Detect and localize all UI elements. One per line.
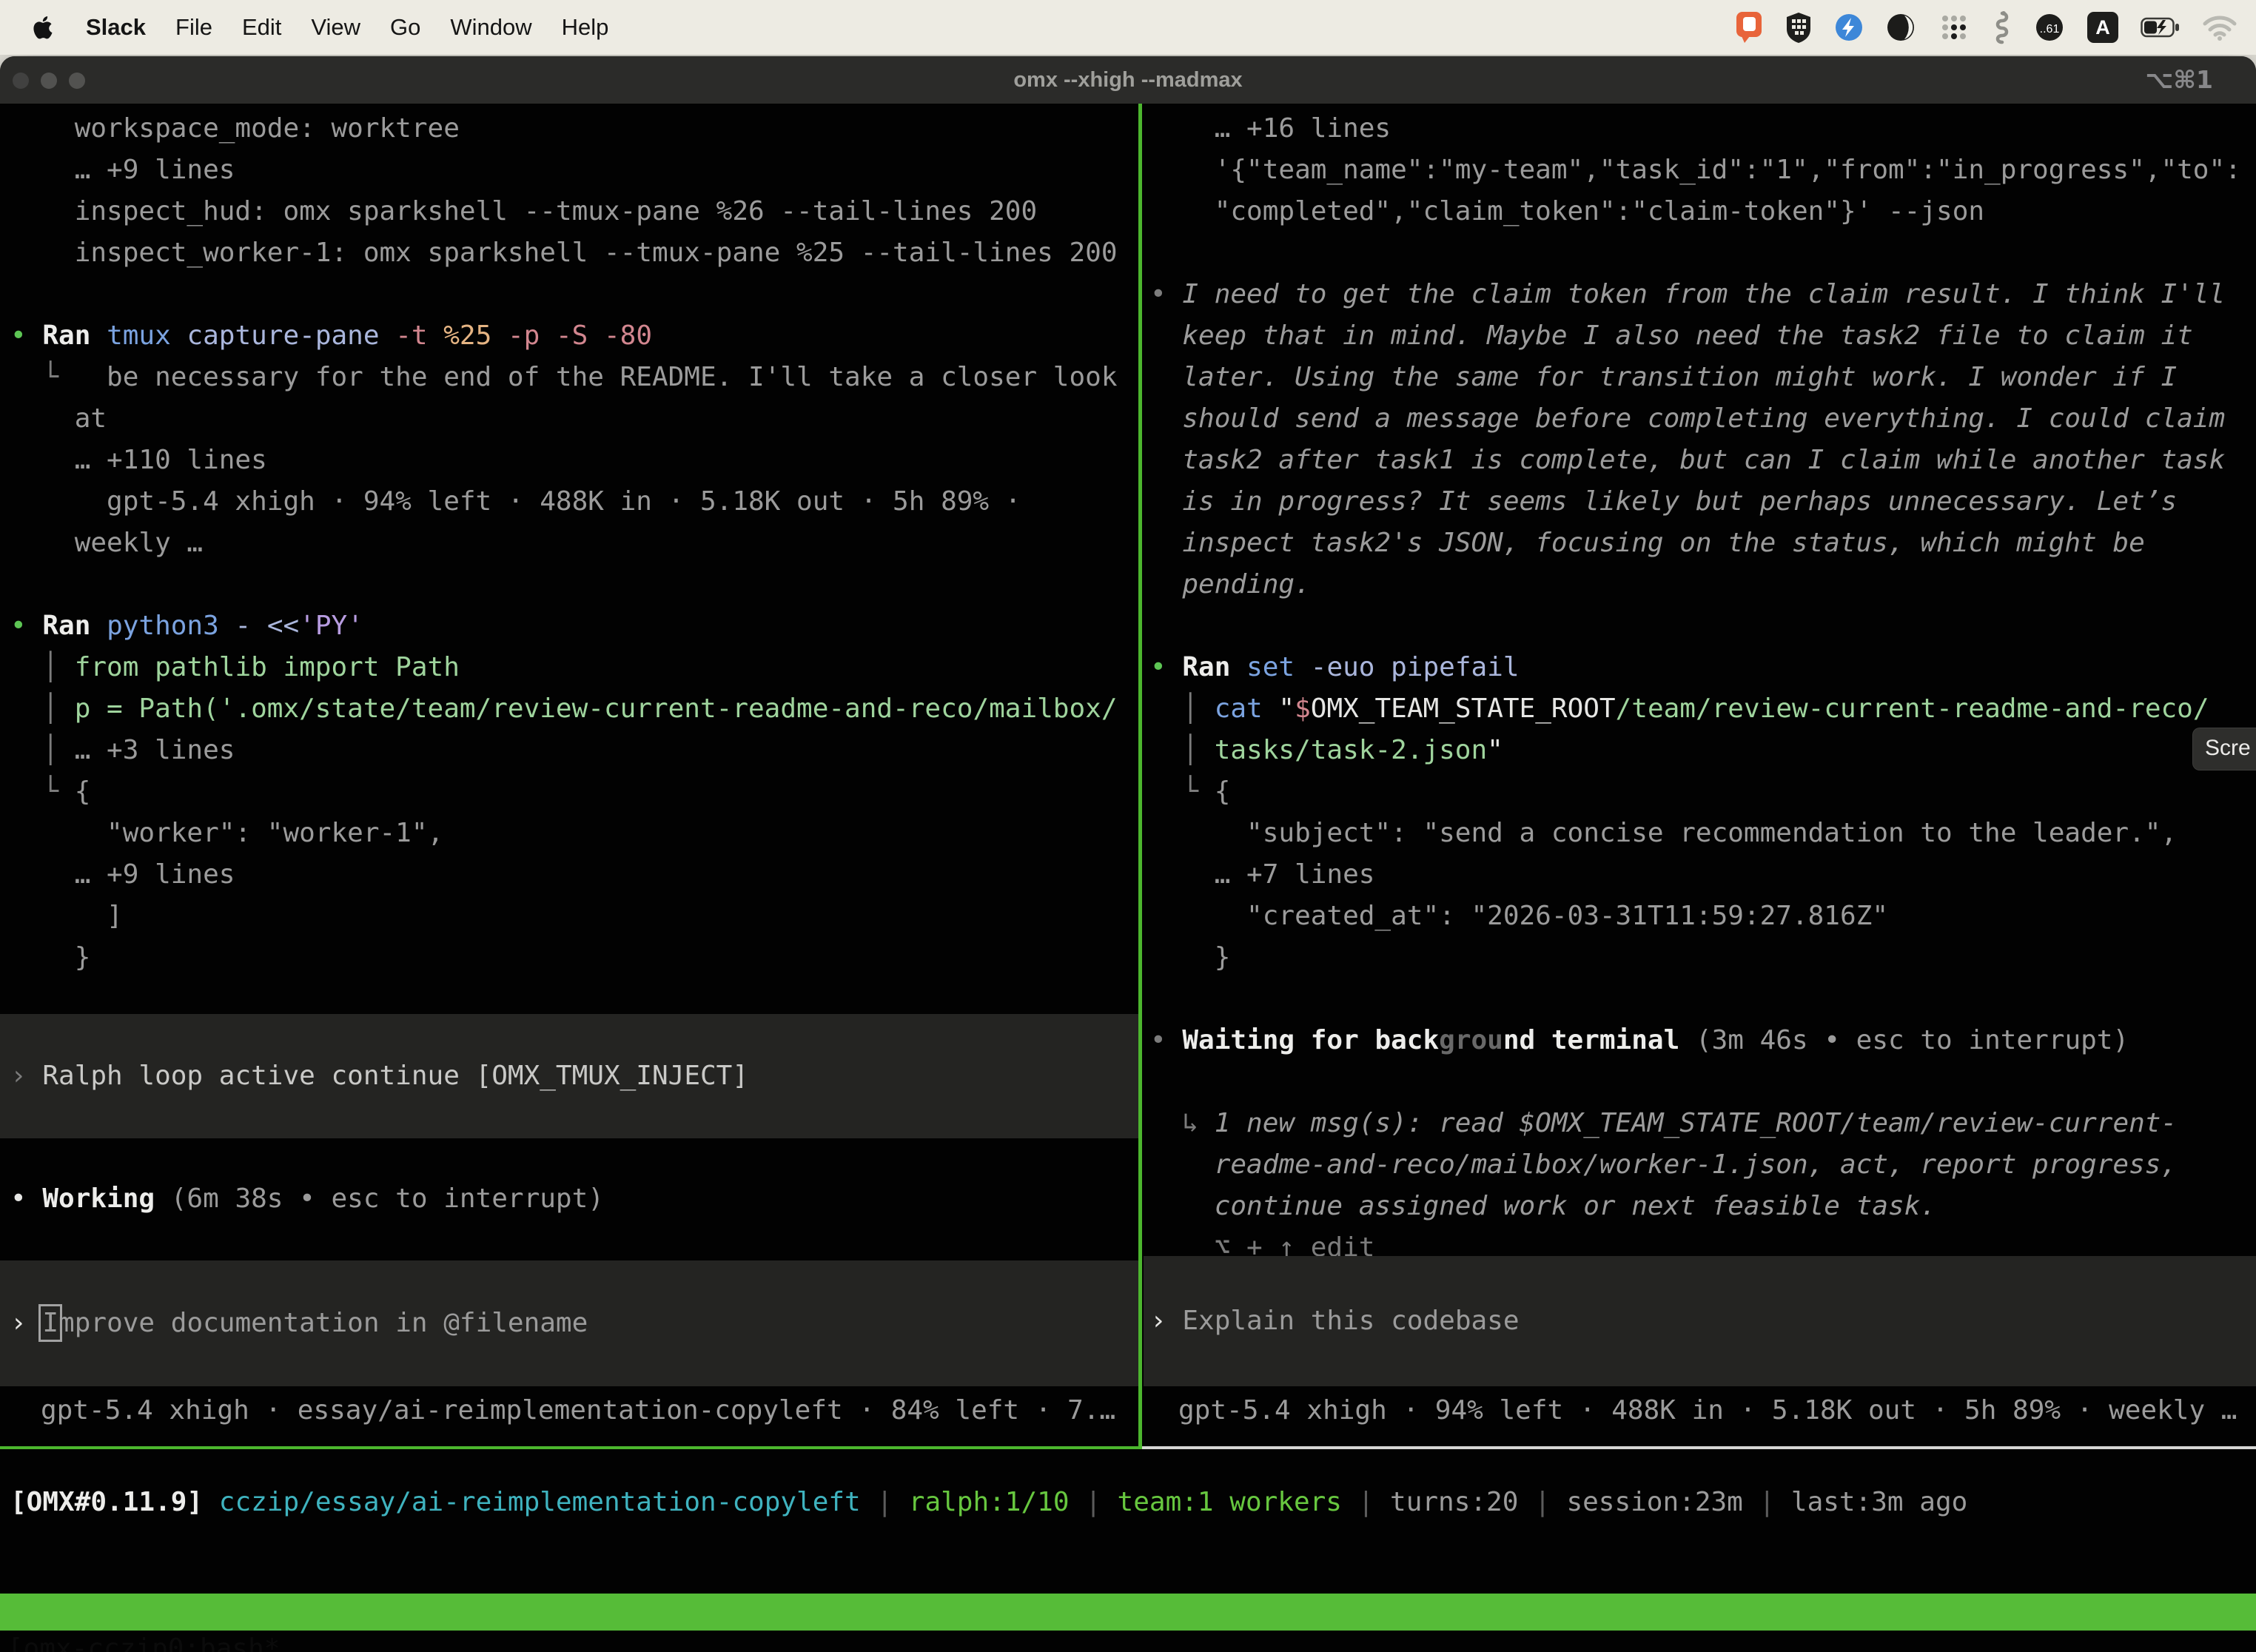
terminal-line: … +7 lines xyxy=(1150,854,2255,896)
terminal-line: keep that in mind. Maybe I also need the… xyxy=(1150,315,2255,357)
terminal-content: workspace_mode: worktree … +9 lines insp… xyxy=(0,104,2256,1652)
right-pane-scrollback[interactable]: … +16 lines '{"team_name":"my-team","tas… xyxy=(1150,108,2255,1269)
left-session-statusline: gpt-5.4 xhigh · essay/ai-reimplementatio… xyxy=(41,1390,1115,1431)
terminal-line: [OMX#0.11.9] cczip/essay/ai-reimplementa… xyxy=(10,1482,1967,1523)
terminal-line: gpt-5.4 xhigh · essay/ai-reimplementatio… xyxy=(41,1390,1115,1431)
terminal-line: • Ran set -euo pipefail xyxy=(1150,647,2255,688)
menu-item-view[interactable]: View xyxy=(311,14,360,41)
window-title: omx --xhigh --madmax xyxy=(0,56,2256,104)
terminal-line: workspace_mode: worktree xyxy=(10,108,1131,150)
bolt-badge-icon[interactable] xyxy=(1834,13,1864,42)
tmux-session-label[interactable]: [omx-cczip0:bash* xyxy=(7,1631,280,1652)
terminal-line: • Working (6m 38s • esc to interrupt) xyxy=(10,1178,604,1220)
terminal-line: should send a message before completing … xyxy=(1150,398,2255,440)
dots-grid-icon[interactable] xyxy=(1938,11,1970,44)
menu-item-file[interactable]: File xyxy=(175,14,212,41)
terminal-line: gpt-5.4 xhigh · 94% left · 488K in · 5.1… xyxy=(10,481,1131,523)
terminal-line xyxy=(1150,1061,2255,1103)
right-session-statusline: gpt-5.4 xhigh · 94% left · 488K in · 5.1… xyxy=(1178,1390,2237,1431)
battery-icon[interactable] xyxy=(2141,16,2181,38)
terminal-line xyxy=(10,564,1131,605)
terminal-line: › Explain this codebase xyxy=(1150,1300,1520,1342)
terminal-line: • Ran tmux capture-pane -t %25 -p -S -80 xyxy=(10,315,1131,357)
right-pane-border xyxy=(1142,1446,2256,1449)
terminal-line: is in progress? It seems likely but perh… xyxy=(1150,481,2255,523)
terminal-line: later. Using the same for transition mig… xyxy=(1150,357,2255,398)
terminal-line: › Improve documentation in @filename xyxy=(10,1303,588,1344)
badge-61-label: ..61 xyxy=(2040,23,2060,36)
terminal-line: gpt-5.4 xhigh · 94% left · 488K in · 5.1… xyxy=(1178,1390,2237,1431)
terminal-line: … +16 lines xyxy=(1150,108,2255,150)
terminal-line: pending. xyxy=(1150,564,2255,605)
terminal-line: "worker": "worker-1", xyxy=(10,813,1131,854)
menu-bar: Slack File Edit View Go Window Help ..61… xyxy=(0,0,2256,55)
terminal-line: "created_at": "2026-03-31T11:59:27.816Z" xyxy=(1150,896,2255,937)
terminal-window: omx --xhigh --madmax ⌥⌘1 workspace_mode:… xyxy=(0,56,2256,1652)
left-prompt-input[interactable]: › Improve documentation in @filename xyxy=(0,1260,1141,1386)
terminal-line: ] xyxy=(10,896,1131,937)
menu-item-window[interactable]: Window xyxy=(450,14,531,41)
terminal-line xyxy=(1150,232,2255,274)
terminal-line: │ from pathlib import Path xyxy=(10,647,1131,688)
terminal-line: • Ran python3 - <<'PY' xyxy=(10,605,1131,647)
terminal-line xyxy=(10,274,1131,315)
terminal-line: └ { xyxy=(10,771,1131,813)
terminal-line: } xyxy=(10,937,1131,978)
terminal-line: inspect_hud: omx sparkshell --tmux-pane … xyxy=(10,191,1131,232)
left-pane-border xyxy=(0,1446,1142,1449)
pane-divider[interactable] xyxy=(1138,104,1142,1446)
left-inject-banner: › Ralph loop active continue [OMX_TMUX_I… xyxy=(0,1014,1141,1138)
screen-tooltip: Scre xyxy=(2192,728,2256,770)
terminal-line: at xyxy=(10,398,1131,440)
terminal-line: … +9 lines xyxy=(10,854,1131,896)
shield-grid-icon[interactable] xyxy=(1785,11,1812,44)
menu-app-name[interactable]: Slack xyxy=(86,14,146,41)
terminal-line: │ p = Path('.omx/state/team/review-curre… xyxy=(10,688,1131,730)
terminal-line xyxy=(1150,978,2255,1020)
window-shortcut-badge: ⌥⌘1 xyxy=(2145,56,2213,104)
dark-crescent-icon[interactable] xyxy=(1886,13,1916,42)
terminal-line: readme-and-reco/mailbox/worker-1.json, a… xyxy=(1150,1144,2255,1186)
menu-bar-status-icons: ..61 A xyxy=(1735,10,2256,45)
terminal-line: • I need to get the claim token from the… xyxy=(1150,274,2255,315)
screen-share-icon[interactable] xyxy=(1735,10,1763,44)
terminal-line: inspect_worker-1: omx sparkshell --tmux-… xyxy=(10,232,1131,274)
terminal-line: │ … +3 lines xyxy=(10,730,1131,771)
left-working-status: • Working (6m 38s • esc to interrupt) xyxy=(10,1178,604,1220)
terminal-line: │ cat "$OMX_TEAM_STATE_ROOT/team/review-… xyxy=(1150,688,2255,730)
input-source-icon[interactable]: A xyxy=(2087,12,2118,43)
right-prompt-input[interactable]: › Explain this codebase xyxy=(1144,1256,2256,1386)
menu-item-go[interactable]: Go xyxy=(390,14,420,41)
menu-bar-left: Slack File Edit View Go Window Help xyxy=(0,13,608,41)
terminal-line xyxy=(1150,605,2255,647)
terminal-line: "subject": "send a concise recommendatio… xyxy=(1150,813,2255,854)
terminal-line: › Ralph loop active continue [OMX_TMUX_I… xyxy=(10,1055,748,1097)
terminal-line: └ { xyxy=(1150,771,2255,813)
wifi-icon[interactable] xyxy=(2203,14,2237,41)
badge-61-icon[interactable]: ..61 xyxy=(2034,13,2065,42)
omx-status-line: [OMX#0.11.9] cczip/essay/ai-reimplementa… xyxy=(10,1482,1967,1523)
terminal-line: "completed","claim_token":"claim-token"}… xyxy=(1150,191,2255,232)
terminal-line: └ be necessary for the end of the README… xyxy=(10,357,1131,398)
snake-icon[interactable] xyxy=(1993,10,2012,45)
terminal-line: weekly … xyxy=(10,523,1131,564)
window-title-bar[interactable]: omx --xhigh --madmax ⌥⌘1 xyxy=(0,56,2256,104)
terminal-line: '{"team_name":"my-team","task_id":"1","f… xyxy=(1150,150,2255,191)
terminal-line: task2 after task1 is complete, but can I… xyxy=(1150,440,2255,481)
apple-menu-icon[interactable] xyxy=(33,13,56,41)
left-pane-scrollback[interactable]: workspace_mode: worktree … +9 lines insp… xyxy=(10,108,1131,978)
terminal-line: ↳ 1 new msg(s): read $OMX_TEAM_STATE_ROO… xyxy=(1150,1103,2255,1144)
menu-item-edit[interactable]: Edit xyxy=(242,14,281,41)
terminal-line: inspect task2's JSON, focusing on the st… xyxy=(1150,523,2255,564)
terminal-line: } xyxy=(1150,937,2255,978)
terminal-line: continue assigned work or next feasible … xyxy=(1150,1186,2255,1227)
tmux-status-bar: [omx-cczip0:bash* "MacBook-Pro-44.local"… xyxy=(0,1594,2256,1631)
terminal-line: • Waiting for background terminal (3m 46… xyxy=(1150,1020,2255,1061)
terminal-line: … +110 lines xyxy=(10,440,1131,481)
terminal-line: │ tasks/task-2.json" xyxy=(1150,730,2255,771)
terminal-line: … +9 lines xyxy=(10,150,1131,191)
menu-item-help[interactable]: Help xyxy=(562,14,609,41)
